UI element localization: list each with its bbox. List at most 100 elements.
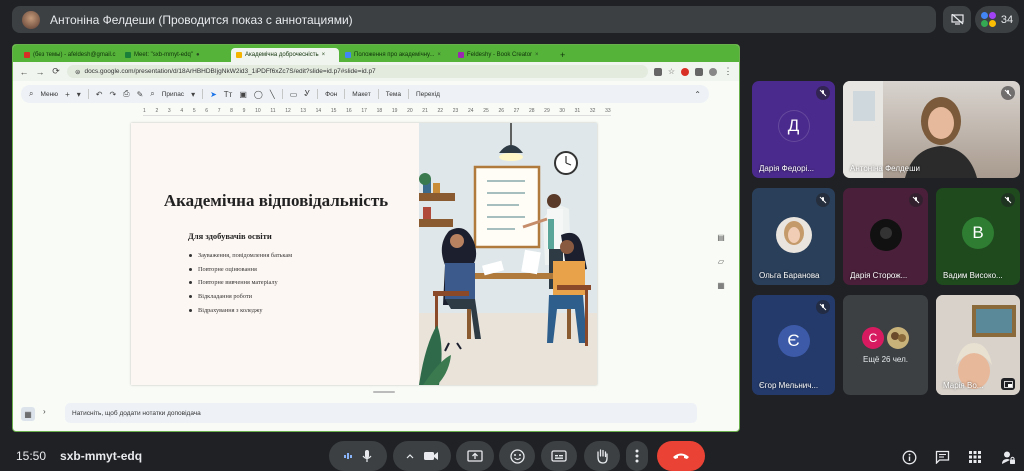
ruler-tick: 31 bbox=[574, 108, 581, 114]
calendar-icon[interactable]: ▦ bbox=[713, 281, 729, 295]
forward-icon[interactable]: → bbox=[35, 67, 45, 77]
camera-control[interactable] bbox=[393, 441, 451, 471]
text-box-icon[interactable]: Tт bbox=[224, 90, 233, 99]
browser-tab[interactable]: Meet: "sxb-mmyt-edq" ● bbox=[120, 48, 230, 62]
participant-tile[interactable]: В Вадим Високо... bbox=[936, 188, 1020, 285]
address-bar: ← → ⟳ ⊜ docs.google.com/presentation/d/18… bbox=[13, 62, 739, 81]
ruler-tick: 1 bbox=[143, 108, 146, 114]
extensions-puzzle-icon[interactable] bbox=[695, 67, 703, 76]
more-options-button[interactable] bbox=[626, 441, 648, 471]
activities-button[interactable] bbox=[966, 448, 984, 466]
site-info-icon[interactable]: ⊜ bbox=[75, 68, 80, 76]
present-button[interactable] bbox=[456, 441, 494, 471]
host-controls-button[interactable] bbox=[999, 448, 1017, 466]
gmail-icon bbox=[24, 52, 30, 58]
slide-bullet-list[interactable]: Зауваження, повідомлення батькам Повторн… bbox=[189, 249, 292, 317]
shape-icon[interactable]: ◯ bbox=[254, 90, 263, 99]
more-participants-tile[interactable]: С Ещё 26 чел. bbox=[843, 295, 928, 395]
browser-tab-active[interactable]: Академічна доброчесність × bbox=[231, 48, 339, 62]
participant-count: 34 bbox=[1000, 13, 1014, 26]
new-tab-button[interactable]: + bbox=[554, 48, 571, 62]
participant-name: Антоніна Фелдеши bbox=[850, 164, 920, 173]
participant-tile[interactable]: Є Єгор Мельнич... bbox=[752, 295, 835, 395]
zoom-select[interactable]: Припас bbox=[162, 91, 184, 98]
collapse-toolbar-icon[interactable]: ⌃ bbox=[694, 90, 701, 99]
emoji-button[interactable] bbox=[499, 441, 535, 471]
new-slide-icon[interactable]: + bbox=[65, 90, 70, 99]
microphone-control[interactable] bbox=[329, 441, 387, 471]
grid-view-icon[interactable]: ▦ bbox=[21, 407, 35, 421]
slide-subtitle[interactable]: Для здобувачів освіти bbox=[188, 231, 272, 241]
participant-tile[interactable]: Дарія Сторож... bbox=[843, 188, 928, 285]
speaker-notes-field[interactable]: Натисніть, щоб додати нотатки доповідача bbox=[65, 403, 697, 423]
reload-icon[interactable]: ⟳ bbox=[51, 66, 61, 77]
close-icon[interactable]: ● bbox=[196, 52, 200, 58]
image-icon[interactable]: ▣ bbox=[239, 90, 247, 99]
participants-chip[interactable]: 34 bbox=[975, 6, 1019, 33]
print-icon[interactable]: ⎙ bbox=[123, 89, 129, 99]
participant-tile[interactable]: Ольга Баранова bbox=[752, 188, 835, 285]
ruler-tick: 16 bbox=[346, 108, 352, 114]
chat-icon bbox=[935, 450, 949, 464]
chevron-down-icon[interactable]: ▾ bbox=[77, 90, 81, 99]
redo-icon[interactable]: ↷ bbox=[109, 90, 116, 99]
back-icon[interactable]: ← bbox=[19, 67, 29, 77]
keep-icon[interactable]: ▤ bbox=[713, 233, 729, 247]
list-item: Відрахування з коледжу bbox=[189, 303, 292, 317]
background-button[interactable]: Фон bbox=[325, 91, 337, 98]
divider bbox=[202, 89, 204, 99]
chevron-right-icon[interactable]: › bbox=[43, 407, 46, 416]
close-icon[interactable]: × bbox=[322, 52, 326, 58]
transition-button[interactable]: Перехід bbox=[416, 91, 440, 98]
line-icon[interactable]: ╲ bbox=[270, 90, 275, 99]
microphone-icon[interactable] bbox=[361, 449, 373, 463]
zoom-icon[interactable]: ⌕ bbox=[150, 89, 154, 99]
chevron-up-icon[interactable] bbox=[405, 452, 415, 460]
ruler-tick: 17 bbox=[361, 108, 367, 114]
pip-icon[interactable] bbox=[1001, 378, 1015, 390]
list-item: Відкладання роботи bbox=[189, 290, 292, 304]
close-icon[interactable]: × bbox=[437, 52, 441, 58]
hide-presentation-button[interactable] bbox=[943, 6, 971, 33]
layout-button[interactable]: Макет bbox=[352, 91, 370, 98]
classroom-illustration[interactable] bbox=[419, 123, 597, 385]
raise-hand-button[interactable] bbox=[584, 441, 620, 471]
list-item: Повторне оцінювання bbox=[189, 263, 292, 277]
participant-tile[interactable]: Д Дарія Федорі... bbox=[752, 81, 835, 178]
participant-name: Єгор Мельнич... bbox=[759, 381, 819, 390]
participant-tile[interactable]: Антоніна Фелдеши bbox=[843, 81, 1020, 178]
notes-resize-handle[interactable] bbox=[373, 391, 395, 393]
browser-tab-strip: (без темы) - afeldesh@gmail.c Meet: "sxb… bbox=[13, 45, 739, 62]
url-field[interactable]: ⊜ docs.google.com/presentation/d/18ArHBHD… bbox=[67, 65, 648, 78]
chevron-down-icon[interactable]: ▾ bbox=[191, 90, 195, 99]
slide-title[interactable]: Академічна відповідальність bbox=[131, 191, 421, 211]
profile-icon[interactable] bbox=[709, 67, 717, 76]
color-picker-icon[interactable]: Ꮍ bbox=[304, 89, 310, 99]
select-cursor-icon[interactable]: ➤ bbox=[210, 90, 217, 99]
slide-canvas[interactable]: Академічна відповідальність Для здобувач… bbox=[131, 123, 597, 385]
browser-menu-icon[interactable]: ⋮ bbox=[723, 66, 733, 77]
shared-browser-window: (без темы) - afeldesh@gmail.c Meet: "sxb… bbox=[12, 44, 740, 432]
close-icon[interactable]: × bbox=[535, 52, 539, 58]
bookmark-star-icon[interactable]: ☆ bbox=[668, 67, 675, 76]
search-icon[interactable]: ⌕ bbox=[29, 89, 33, 99]
chat-button[interactable] bbox=[933, 448, 951, 466]
undo-icon[interactable]: ↶ bbox=[96, 90, 103, 99]
meeting-code: sxb-mmyt-edq bbox=[60, 449, 143, 463]
menu-button[interactable]: Меню bbox=[40, 91, 58, 98]
extension-icon[interactable] bbox=[681, 67, 689, 76]
slides-icon bbox=[236, 52, 242, 58]
camera-icon[interactable] bbox=[423, 450, 439, 462]
folder-icon[interactable]: ▱ bbox=[713, 257, 729, 271]
browser-tab[interactable]: (без темы) - afeldesh@gmail.c bbox=[19, 48, 119, 62]
meeting-details-button[interactable] bbox=[900, 448, 918, 466]
captions-button[interactable] bbox=[541, 441, 577, 471]
cast-icon[interactable] bbox=[653, 67, 662, 76]
leave-call-button[interactable] bbox=[657, 441, 705, 471]
participant-tile[interactable]: Марія Во... bbox=[936, 295, 1020, 395]
browser-tab[interactable]: Feldeshy - Book Creator × bbox=[453, 48, 553, 62]
paint-format-icon[interactable]: ✎ bbox=[137, 90, 144, 99]
browser-tab[interactable]: Положення про академічну... × bbox=[340, 48, 452, 62]
comment-icon[interactable]: ▭ bbox=[290, 90, 298, 99]
theme-button[interactable]: Тема bbox=[386, 91, 401, 98]
